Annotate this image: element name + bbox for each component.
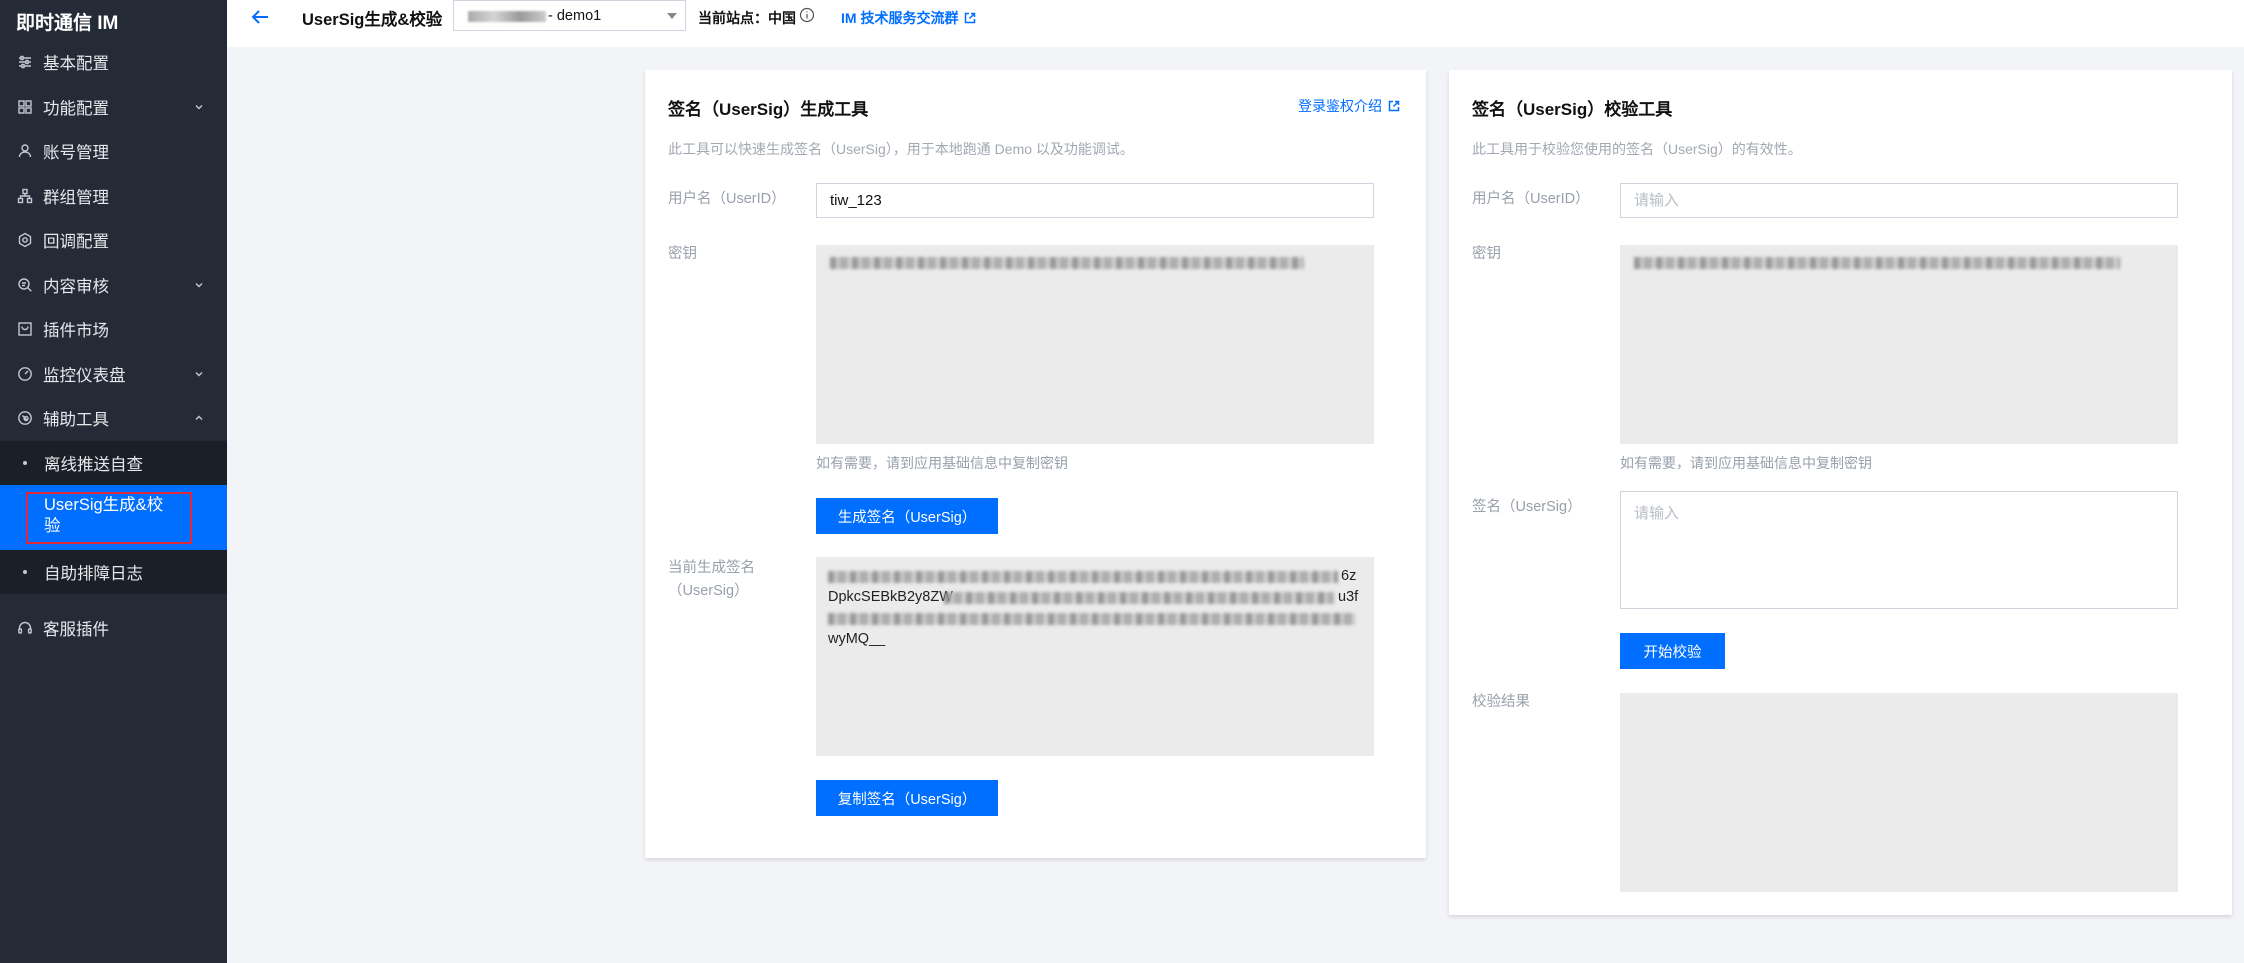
gauge-icon [17, 366, 33, 382]
sig-line-1-end: 6z [1341, 568, 1357, 584]
auth-doc-link-label: 登录鉴权介绍 [1298, 98, 1382, 114]
tool-icon [17, 410, 33, 426]
sidebar-item-label: 基本配置 [43, 55, 109, 74]
gear-icon [17, 232, 33, 248]
redacted-sig-line-1 [828, 571, 1338, 583]
sig-line-2-end: u3f [1338, 589, 1359, 605]
app-select[interactable]: - demo1 [453, 0, 686, 31]
aux-tools-submenu: 离线推送自查 UserSig生成&校验 自助排障日志 [0, 440, 227, 594]
sidebar-item-feature-config[interactable]: 功能配置 [0, 85, 227, 130]
back-arrow-icon[interactable] [249, 7, 271, 27]
app-select-value: - demo1 [548, 8, 602, 24]
redacted-sdkappid [468, 10, 546, 22]
grid-icon [17, 99, 33, 115]
verifier-title: 签名（UserSig）校验工具 [1472, 100, 1673, 119]
sliders-icon [17, 54, 33, 70]
secret-key-hint: 如有需要，请到应用基础信息中复制密钥 [816, 455, 1068, 471]
page-title: UserSig生成&校验 [302, 11, 443, 29]
sidebar-item-label: 插件市场 [43, 322, 109, 341]
usersig-generator-card: 签名（UserSig）生成工具 登录鉴权介绍 此工具可以快速生成签名（UserS… [645, 70, 1426, 858]
usersig-verifier-card: 签名（UserSig）校验工具 此工具用于校验您使用的签名（UserSig）的有… [1449, 70, 2232, 915]
sidebar-subitem-label: 离线推送自查 [44, 455, 143, 474]
org-tree-icon [17, 188, 33, 204]
secret-key-label: 密钥 [668, 246, 697, 262]
secret-key-label: 密钥 [1472, 246, 1501, 262]
sidebar-item-label: 功能配置 [43, 99, 109, 118]
external-link-icon [965, 12, 976, 24]
external-link-icon [1388, 100, 1400, 112]
chevron-down-icon [195, 282, 203, 288]
redacted-sig-line-2 [944, 592, 1334, 604]
start-verify-button[interactable]: 开始校验 [1620, 633, 1725, 669]
secret-key-field[interactable] [1620, 245, 2178, 444]
sig-line-2-start: DpkcSEBkB2y8ZW [828, 589, 953, 605]
sidebar-item-callback[interactable]: 回调配置 [0, 218, 227, 263]
im-group-link-label: IM 技术服务交流群 [841, 10, 959, 26]
userid-label: 用户名（UserID） [668, 191, 786, 207]
userid-input[interactable] [816, 183, 1374, 218]
chevron-up-icon [195, 415, 203, 421]
sidebar-subitem-usersig[interactable]: UserSig生成&校验 [0, 484, 227, 550]
sidebar-subitem-label: UserSig生成&校验 [44, 495, 164, 535]
sidebar-item-label: 监控仪表盘 [43, 366, 126, 385]
generated-sig-label: 当前生成签名（UserSig） [668, 560, 755, 599]
redacted-secret-key [830, 257, 1304, 269]
sidebar-item-aux-tools[interactable]: 辅助工具 [0, 396, 227, 441]
chevron-down-icon [195, 371, 203, 377]
sidebar-item-label: 账号管理 [43, 144, 109, 163]
sidebar-subitem-offline-push-check[interactable]: 离线推送自查 [0, 441, 227, 485]
chevron-down-icon [195, 104, 203, 110]
app-brand: 即时通信 IM [16, 13, 119, 34]
sidebar-item-label: 辅助工具 [43, 411, 109, 430]
im-group-link[interactable]: IM 技术服务交流群 [841, 8, 976, 28]
sidebar-item-label: 群组管理 [43, 188, 109, 207]
topbar: UserSig生成&校验 - demo1 当前站点：中国 IM 技术服务交流群 [227, 0, 2244, 47]
sidebar-item-basic-config[interactable]: 基本配置 [0, 40, 227, 85]
info-icon[interactable] [799, 7, 815, 23]
userid-input[interactable] [1620, 183, 2178, 218]
sidebar-item-plugin-market[interactable]: 插件市场 [0, 307, 227, 352]
redacted-secret-key [1634, 257, 2120, 269]
sidebar-item-content-review[interactable]: 内容审核 [0, 263, 227, 308]
generator-title: 签名（UserSig）生成工具 [668, 100, 869, 119]
userid-label: 用户名（UserID） [1472, 191, 1590, 207]
generate-usersig-button[interactable]: 生成签名（UserSig） [816, 498, 998, 534]
bullet-dot [23, 460, 27, 465]
current-site-label: 当前站点：中国 [698, 10, 796, 26]
sidebar-item-group[interactable]: 群组管理 [0, 174, 227, 219]
usersig-label: 签名（UserSig） [1472, 499, 1582, 515]
generated-sig-field[interactable]: 6z DpkcSEBkB2y8ZW u3f wyMQ__ [816, 557, 1374, 756]
caret-down-icon [667, 13, 677, 19]
secret-key-hint: 如有需要，请到应用基础信息中复制密钥 [1620, 455, 1872, 471]
search-doc-icon [17, 277, 33, 293]
sidebar-item-label: 客服插件 [43, 620, 109, 639]
bullet-dot [23, 569, 27, 574]
verify-result-field [1620, 693, 2178, 892]
sidebar-item-account[interactable]: 账号管理 [0, 129, 227, 174]
sidebar-item-monitor-dashboard[interactable]: 监控仪表盘 [0, 352, 227, 397]
sidebar-item-customer-service-plugin[interactable]: 客服插件 [0, 606, 227, 651]
sidebar-item-label: 回调配置 [43, 233, 109, 252]
copy-usersig-button[interactable]: 复制签名（UserSig） [816, 780, 998, 816]
sidebar: 即时通信 IM 基本配置 功能配置 账号管理 群组管理 回调配置 内容审核 插件… [0, 0, 227, 963]
verify-result-label: 校验结果 [1472, 694, 1530, 710]
sig-line-4: wyMQ__ [828, 631, 886, 647]
sidebar-subitem-label: 自助排障日志 [44, 564, 143, 583]
sidebar-item-label: 内容审核 [43, 277, 109, 296]
sidebar-subitem-troubleshoot-log[interactable]: 自助排障日志 [0, 550, 227, 594]
redacted-sig-line-3 [828, 613, 1356, 625]
secret-key-field[interactable] [816, 245, 1374, 444]
verifier-description: 此工具用于校验您使用的签名（UserSig）的有效性。 [1472, 141, 1802, 157]
generator-description: 此工具可以快速生成签名（UserSig），用于本地跑通 Demo 以及功能调试。 [668, 141, 1134, 157]
store-icon [17, 321, 33, 337]
auth-doc-link[interactable]: 登录鉴权介绍 [1298, 96, 1400, 116]
usersig-input[interactable] [1620, 491, 2178, 609]
user-icon [17, 143, 33, 159]
headset-icon [17, 620, 33, 636]
